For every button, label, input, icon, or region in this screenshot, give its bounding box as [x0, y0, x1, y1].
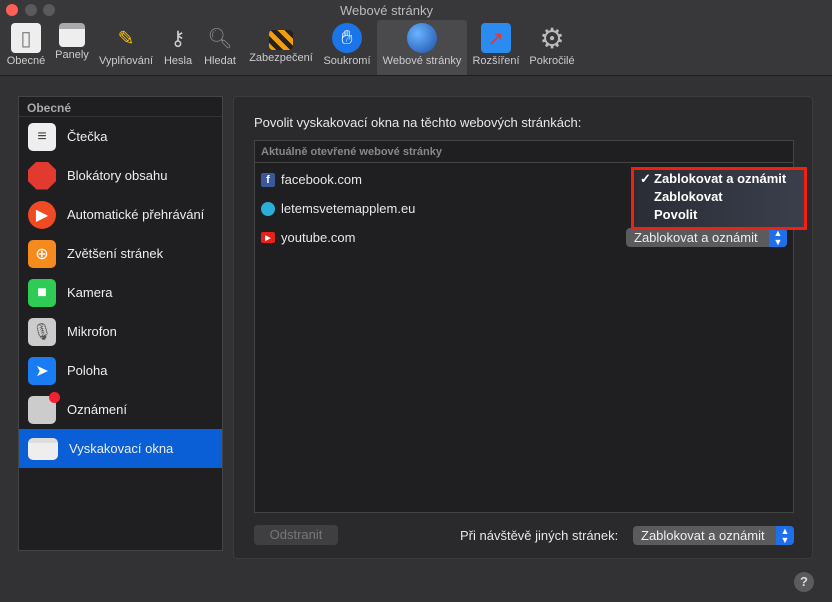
sidebar-item-camera[interactable]: ■ Kamera — [19, 273, 222, 312]
camera-icon: ■ — [28, 278, 56, 307]
help-button[interactable]: ? — [794, 572, 814, 592]
menu-item-allow[interactable]: Povolit — [634, 206, 804, 224]
tab-websites[interactable]: Webové stránky — [377, 20, 467, 75]
globe-icon — [407, 23, 437, 53]
popup-window-icon — [28, 437, 58, 460]
pencil-icon: ✎ — [117, 27, 135, 50]
notification-icon — [28, 391, 60, 424]
sidebar: Obecné ≡ Čtečka Blokátory obsahu ▶ Automat… — [18, 96, 223, 551]
hand-icon: ✋︎ — [332, 23, 362, 53]
tab-advanced[interactable]: ⚙ Pokročilé — [525, 20, 579, 75]
tab-tabs[interactable]: Panely — [52, 20, 92, 75]
other-sites-select[interactable]: Zablokovat a oznámit ▲ ▼ — [633, 526, 794, 545]
sidebar-item-popups[interactable]: Vyskakovací okna — [19, 429, 222, 468]
tab-passwords[interactable]: ⚷ Hesla — [160, 20, 196, 75]
reader-icon: ≡ — [28, 122, 56, 151]
sidebar-item-location[interactable]: ➤ Poloha — [19, 351, 222, 390]
websites-table: Aktuálně otevřené webové stránky f facebo… — [254, 140, 807, 513]
puzzle-icon: ➚ — [481, 23, 511, 53]
tab-security[interactable]: Zabezpečení — [244, 20, 318, 75]
sidebar-item-page-zoom[interactable]: ⊕ Zvětšení stránek — [19, 234, 222, 273]
site-icon — [261, 201, 275, 216]
table-row[interactable]: f facebook.com — [261, 172, 362, 187]
tab-autofill[interactable]: ✎ Vyplňování — [96, 20, 156, 75]
menu-item-block[interactable]: Zablokovat — [634, 188, 804, 206]
window-title: Webové stránky — [340, 3, 433, 18]
switch-icon: ▯ — [11, 23, 41, 53]
sidebar-item-microphone[interactable]: 🎙︎ Mikrofon — [19, 312, 222, 351]
sidebar-item-notifications[interactable]: Oznámení — [19, 390, 222, 429]
sidebar-header: Obecné — [19, 97, 222, 117]
tab-privacy[interactable]: ✋︎ Soukromí — [321, 20, 373, 75]
remove-button[interactable]: Odstranit — [254, 525, 338, 545]
stop-icon — [28, 161, 56, 190]
tab-search[interactable]: 🔍︎ Hledat — [200, 20, 240, 75]
facebook-icon: f — [261, 172, 275, 187]
minimize-button[interactable] — [25, 4, 37, 16]
checkmark-icon: ✓ — [640, 171, 651, 186]
play-icon: ▶ — [28, 200, 56, 229]
sidebar-item-autoplay[interactable]: ▶ Automatické přehrávání — [19, 195, 222, 234]
youtube-setting-select[interactable]: Zablokovat a oznámit ▲ ▼ — [626, 228, 787, 247]
panel-label: Povolit vyskakovací okna na těchto webov… — [254, 115, 582, 130]
zoom-icon: ⊕ — [28, 239, 56, 268]
toolbar: Webové stránky ▯ Obecné Panely ✎ Vyplňován… — [0, 0, 832, 76]
setting-dropdown-menu: ✓ Zablokovat a oznámit Zablokovat Povolit — [631, 167, 807, 230]
tab-extensions[interactable]: ➚ Rozšíření — [471, 20, 521, 75]
gear-icon: ⚙ — [539, 22, 565, 54]
location-icon: ➤ — [28, 356, 56, 385]
tab-general[interactable]: ▯ Obecné — [4, 20, 48, 75]
table-header: Aktuálně otevřené webové stránky — [255, 141, 793, 163]
zoom-button[interactable] — [43, 4, 55, 16]
key-icon: ⚷ — [170, 27, 186, 50]
microphone-icon: 🎙︎ — [28, 317, 56, 346]
other-sites-label: Při návštěvě jiných stránek: — [460, 528, 619, 543]
tabs-icon — [59, 23, 85, 47]
lock-icon — [269, 30, 293, 50]
chevron-updown-icon: ▲ ▼ — [769, 228, 787, 247]
close-button[interactable] — [6, 4, 18, 16]
magnifier-icon: 🔍︎ — [207, 27, 233, 50]
sidebar-item-reader[interactable]: ≡ Čtečka — [19, 117, 222, 156]
table-row[interactable]: letemsvetemapplem.eu — [261, 201, 415, 216]
settings-panel: Povolit vyskakovací okna na těchto webov… — [233, 96, 813, 559]
table-row[interactable]: ▶ youtube.com — [261, 230, 355, 245]
sidebar-item-content-blockers[interactable]: Blokátory obsahu — [19, 156, 222, 195]
menu-item-block-notify[interactable]: ✓ Zablokovat a oznámit — [634, 170, 804, 188]
chevron-updown-icon: ▲ ▼ — [776, 526, 794, 545]
youtube-icon: ▶ — [261, 232, 275, 243]
